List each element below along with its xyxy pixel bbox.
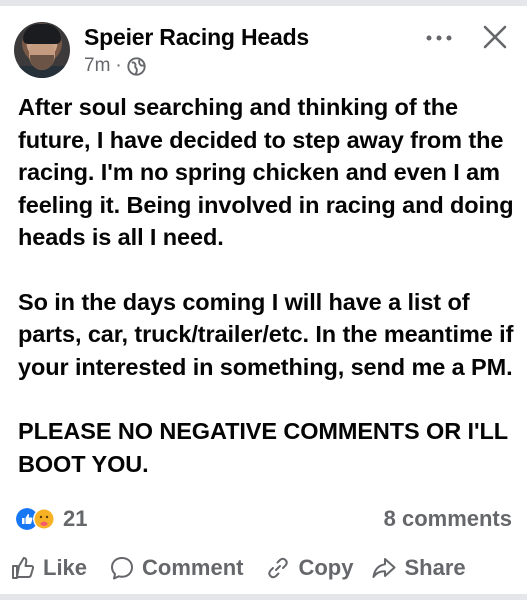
post-meta: 7m · [84, 55, 146, 77]
thumbs-up-icon [12, 557, 35, 579]
comment-label: Comment [142, 555, 244, 580]
care-reaction-icon [33, 508, 55, 530]
post-paragraph: So in the days coming I will have a list… [18, 288, 514, 380]
reaction-count: 21 [63, 506, 88, 531]
comment-button[interactable]: Comment [109, 555, 243, 581]
post-body: After soul searching and thinking of the… [18, 91, 518, 480]
meta-separator: · [115, 55, 122, 76]
copy-button[interactable]: Copy [265, 555, 353, 581]
like-label: Like [43, 555, 88, 580]
share-arrow-icon [372, 558, 396, 578]
facebook-post: Speier Racing Heads 7m · After soul sear… [0, 0, 527, 600]
share-button[interactable]: Share [371, 555, 466, 581]
link-icon [268, 557, 289, 579]
post-header: Speier Racing Heads 7m · [14, 22, 514, 82]
post-paragraph: After soul searching and thinking of the… [18, 94, 514, 250]
author-name[interactable]: Speier Racing Heads [84, 24, 309, 51]
globe-icon [127, 56, 146, 76]
share-label: Share [404, 555, 466, 580]
copy-label: Copy [298, 555, 354, 580]
post-stats: 21 8 comments [16, 506, 512, 536]
top-divider [0, 0, 527, 6]
comment-count[interactable]: 8 comments [384, 506, 512, 532]
post-paragraph: PLEASE NO NEGATIVE COMMENTS OR I'LL BOOT… [18, 418, 508, 477]
comment-bubble-icon [111, 557, 134, 580]
bottom-divider [0, 594, 527, 600]
like-button[interactable]: Like [10, 555, 87, 581]
avatar[interactable] [14, 22, 70, 78]
close-icon[interactable] [482, 24, 508, 50]
action-bar: Like Comment Copy Share [10, 552, 520, 584]
reactions-summary[interactable]: 21 [16, 506, 87, 532]
post-time[interactable]: 7m [84, 55, 110, 77]
ellipsis-icon[interactable] [424, 26, 454, 50]
